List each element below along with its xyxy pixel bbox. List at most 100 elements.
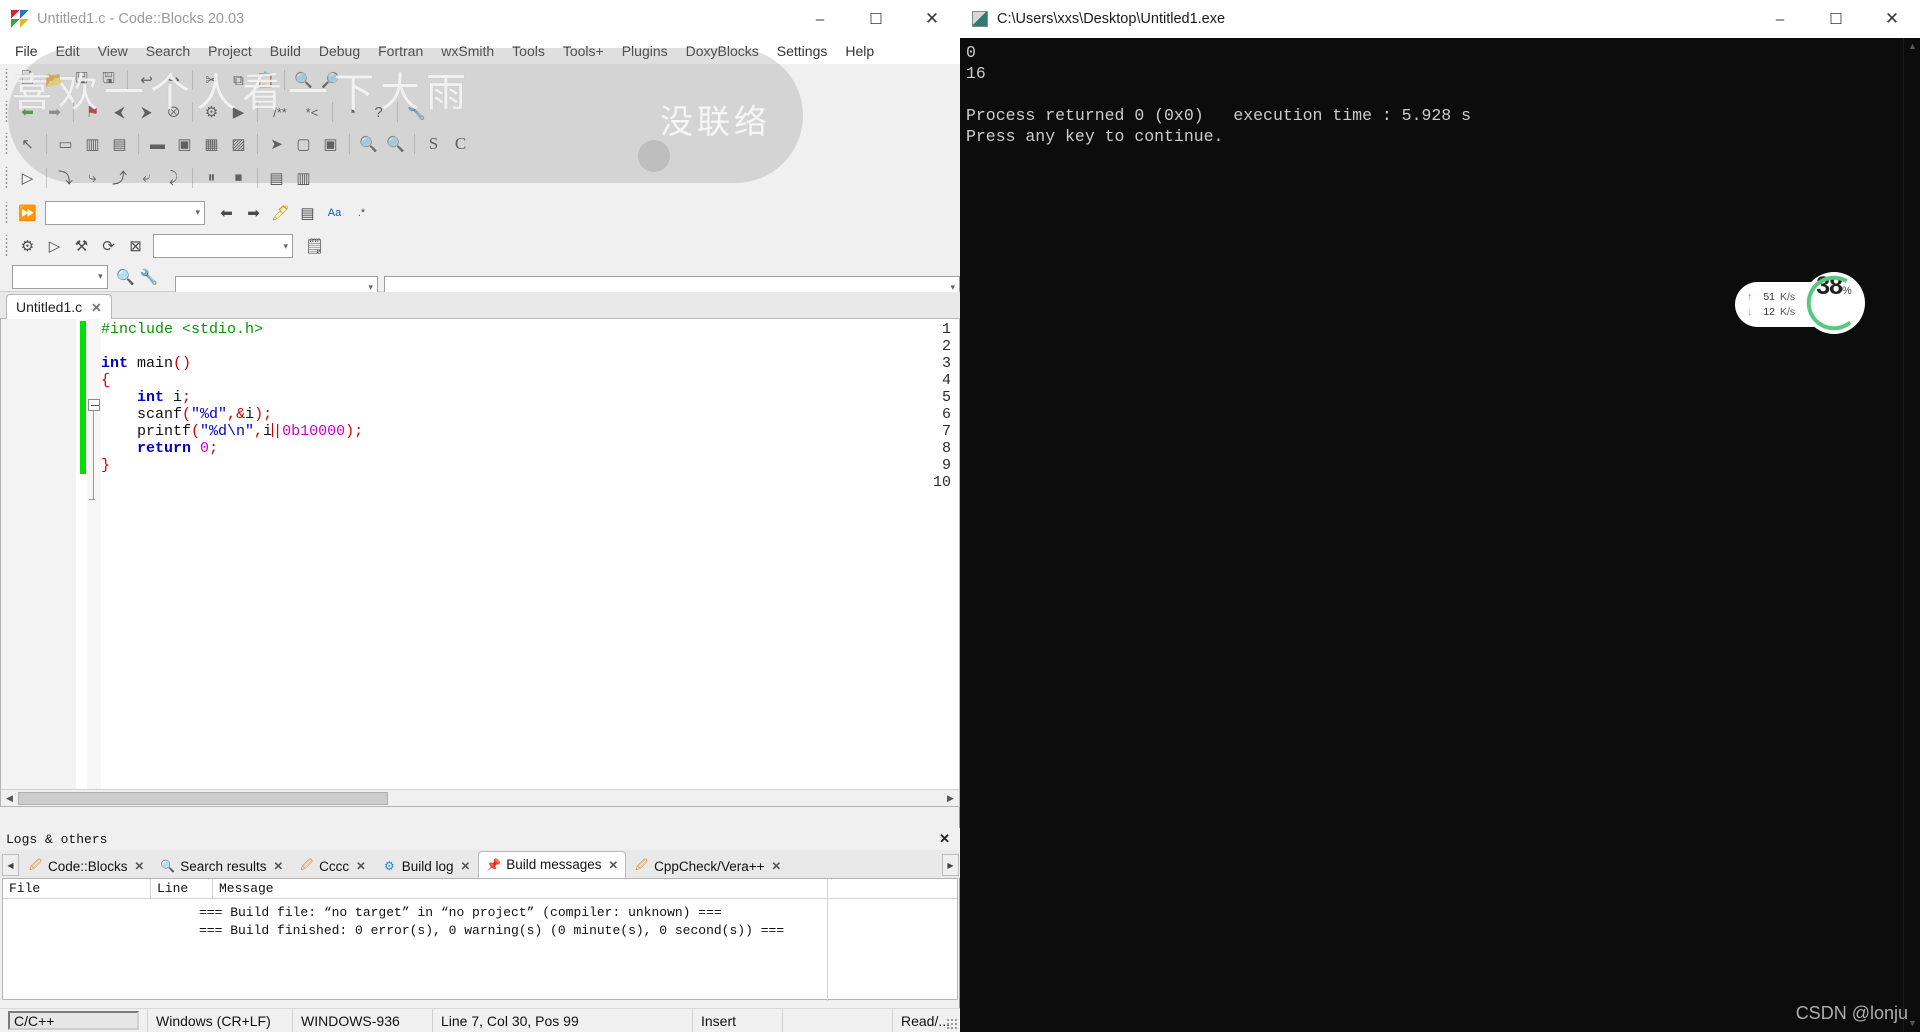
log-tab-cccc[interactable]: 🖉 Cccc ✕	[291, 854, 374, 878]
toolbar-grip[interactable]	[3, 69, 11, 91]
cb-close-button[interactable]: ✕	[904, 0, 960, 38]
menu-edit[interactable]: Edit	[47, 38, 89, 64]
step-into-icon[interactable]: ⤷	[79, 165, 106, 191]
build-icon-2[interactable]: ⚒	[68, 233, 95, 259]
box-icon[interactable]: ▬	[144, 131, 171, 157]
undo-icon[interactable]: ↩	[133, 67, 160, 93]
build-target-combo[interactable]: ▾	[153, 234, 293, 258]
search-files-icon[interactable]: 🔍	[114, 264, 138, 290]
save-all-icon[interactable]: 🖫	[95, 67, 122, 93]
zoom-out-icon[interactable]: 🔍	[382, 131, 409, 157]
log-tab-close-icon[interactable]: ✕	[356, 859, 366, 873]
step-out-icon[interactable]: ⤴	[106, 165, 133, 191]
gear-icon[interactable]: ⚙	[14, 233, 41, 259]
abort-icon[interactable]: ⊠	[122, 233, 149, 259]
open-file-icon[interactable]: 📂	[41, 67, 68, 93]
prev-bookmark-icon[interactable]: ⮜	[106, 99, 133, 125]
copy-icon[interactable]: ⧉	[225, 67, 252, 93]
grid-icon[interactable]: ▥	[79, 131, 106, 157]
toolbar-grip[interactable]	[3, 201, 11, 224]
paste-icon[interactable]: 📋	[252, 67, 279, 93]
menu-project[interactable]: Project	[199, 38, 261, 64]
menu-fortran[interactable]: Fortran	[369, 38, 432, 64]
menu-view[interactable]: View	[89, 38, 137, 64]
menu-settings[interactable]: Settings	[768, 38, 837, 64]
fold-margin[interactable]	[87, 319, 101, 806]
console-close-button[interactable]: ✕	[1864, 0, 1920, 38]
log-tab-build-messages[interactable]: 📌 Build messages ✕	[478, 851, 627, 878]
logs-panel-close-icon[interactable]: ✕	[939, 831, 950, 847]
scope-icon[interactable]: ▤	[294, 200, 321, 226]
log-tab-build-log[interactable]: ⚙ Build log ✕	[373, 854, 479, 878]
next-instr-icon[interactable]: ⤶	[133, 165, 160, 191]
resize-grip[interactable]	[946, 1018, 958, 1030]
dialog-icon[interactable]: ▨	[225, 131, 252, 157]
step-icon[interactable]: ⤵	[52, 165, 79, 191]
debug-run-icon[interactable]: ▷	[14, 165, 41, 191]
toolbar-grip[interactable]	[3, 133, 11, 155]
notes-icon[interactable]: 🗒	[301, 233, 328, 259]
menu-debug[interactable]: Debug	[310, 38, 369, 64]
button-icon[interactable]: ▣	[171, 131, 198, 157]
build-icon[interactable]: ⚙	[198, 99, 225, 125]
redo-icon[interactable]: ↪	[160, 67, 187, 93]
c-icon[interactable]: C	[447, 131, 474, 157]
log-tab-close-icon[interactable]: ✕	[771, 859, 781, 873]
log-tab-close-icon[interactable]: ✕	[461, 859, 471, 873]
cb-minimize-button[interactable]: –	[792, 0, 848, 38]
log-tab-close-icon[interactable]: ✕	[273, 859, 283, 873]
frame-icon[interactable]: ▢	[290, 131, 317, 157]
fold-toggle-icon[interactable]	[88, 399, 100, 411]
menu-file[interactable]: File	[6, 38, 47, 64]
logs-tab-scroll-right[interactable]: ▶	[942, 854, 959, 876]
editor-tab-untitled1[interactable]: Untitled1.c ✕	[6, 294, 112, 319]
console-scrollbar[interactable]: ▲ ▼	[1903, 38, 1920, 1032]
menu-doxyblocks[interactable]: DoxyBlocks	[677, 38, 768, 64]
toolbar-grip[interactable]	[3, 166, 11, 189]
highlight-icon[interactable]: 🖊	[267, 200, 294, 226]
menu-wxsmith[interactable]: wxSmith	[432, 38, 503, 64]
symbol-combo[interactable]: ▾	[45, 200, 205, 225]
window-icon[interactable]: ▣	[317, 131, 344, 157]
code-editor[interactable]: 1 2 3 4 5 6 7 8 9 10 #include <stdio.h> int main(…	[0, 319, 960, 807]
run-icon[interactable]: ▶	[225, 99, 252, 125]
clear-bookmarks-icon[interactable]: ⮾	[160, 99, 187, 125]
watches-icon[interactable]: ▥	[290, 165, 317, 191]
find-icon[interactable]: 🔍	[290, 67, 317, 93]
toolbar-grip[interactable]	[3, 101, 11, 123]
console-maximize-button[interactable]: ☐	[1808, 0, 1864, 38]
step-instr-icon[interactable]: ⤸	[160, 165, 187, 191]
break-icon[interactable]: ⏸	[198, 165, 225, 191]
toolbar-grip[interactable]	[3, 235, 11, 257]
settings-wrench-icon[interactable]: 🔧	[403, 99, 430, 125]
goto-declaration-icon[interactable]: ⏩	[14, 200, 41, 226]
column-header-message[interactable]: Message	[213, 879, 957, 898]
cut-icon[interactable]: ✂	[198, 67, 225, 93]
search-input[interactable]: ▾	[12, 264, 108, 289]
search-settings-icon[interactable]: 🔧	[137, 264, 161, 290]
editor-horizontal-scrollbar[interactable]: ◀ ▶	[1, 789, 959, 806]
uncomment-icon[interactable]: *<	[297, 99, 327, 125]
save-icon[interactable]: 🖫	[68, 67, 95, 93]
help-icon[interactable]: ?	[365, 99, 392, 125]
editor-hscroll-thumb[interactable]	[18, 791, 388, 805]
control-icon[interactable]: ▦	[198, 131, 225, 157]
panel-icon[interactable]: ▭	[52, 131, 79, 157]
run-icon-2[interactable]: ▷	[41, 233, 68, 259]
rebuild-icon[interactable]: ⟳	[95, 233, 122, 259]
network-speed-widget[interactable]: ↑ 51 K/s ↓ 12 K/s 38 %	[1735, 272, 1870, 334]
bookmark-icon[interactable]: ⚑	[79, 99, 106, 125]
menu-tools-plus[interactable]: Tools+	[554, 38, 613, 64]
log-tab-search-results[interactable]: 🔍 Search results ✕	[152, 854, 292, 878]
nav-forward-icon[interactable]: ➡	[240, 200, 267, 226]
zoom-in-icon[interactable]: 🔍	[355, 131, 382, 157]
code-text[interactable]: #include <stdio.h> int main(){ int i; sc…	[101, 321, 363, 491]
back-icon[interactable]: ⬅	[14, 99, 41, 125]
menu-build[interactable]: Build	[261, 38, 310, 64]
scroll-left-icon[interactable]: ◀	[1, 793, 18, 804]
menu-help[interactable]: Help	[836, 38, 883, 64]
column-header-file[interactable]: File	[3, 879, 151, 898]
editor-tab-close-icon[interactable]: ✕	[91, 300, 101, 315]
match-case-icon[interactable]: Aa	[321, 200, 348, 226]
log-tab-cppcheck-vera[interactable]: 🖉 CppCheck/Vera++ ✕	[626, 854, 790, 878]
